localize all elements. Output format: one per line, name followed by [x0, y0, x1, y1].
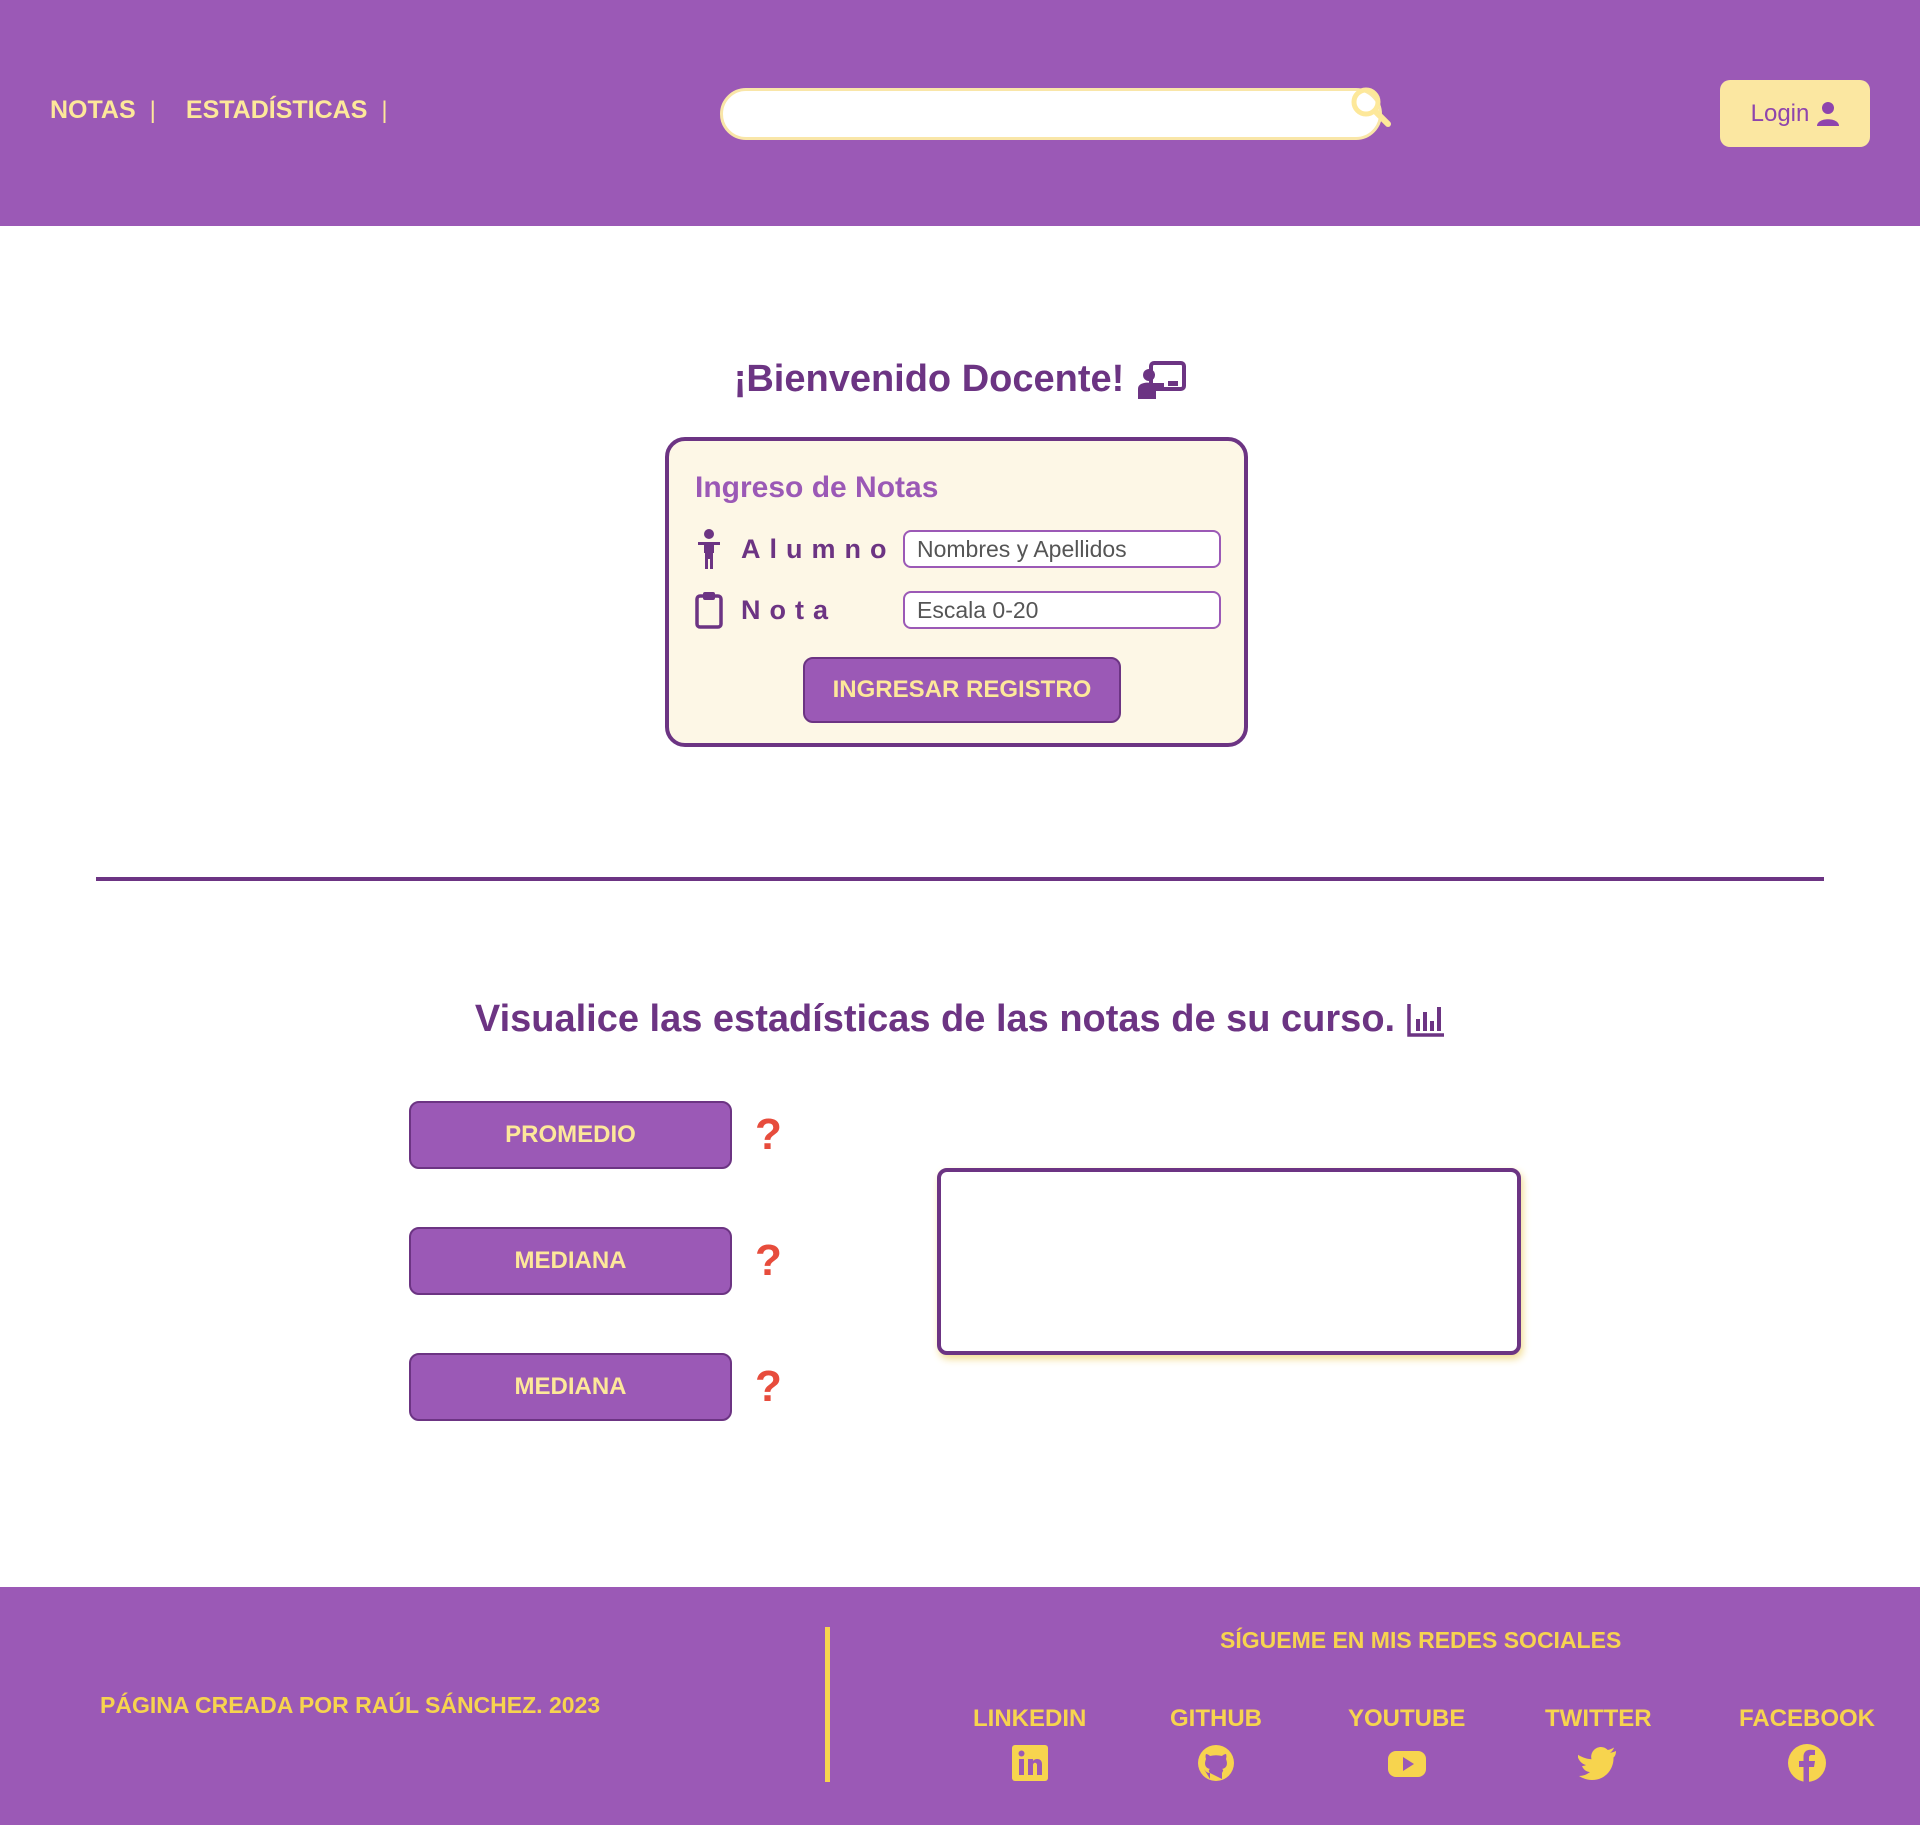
footer-divider	[825, 1627, 830, 1782]
welcome-heading: ¡Bienvenido Docente!	[0, 358, 1920, 401]
search-bar	[720, 87, 1391, 140]
result-display	[937, 1168, 1521, 1355]
student-label: Alumno	[741, 533, 896, 564]
linkedin-icon	[1011, 1745, 1048, 1781]
footer: PÁGINA CREADA POR RAÚL SÁNCHEZ. 2023 SÍG…	[0, 1587, 1920, 1825]
header: NOTAS | ESTADÍSTICAS | Login	[0, 0, 1920, 226]
facebook-icon	[1788, 1744, 1826, 1782]
form-title: Ingreso de Notas	[695, 471, 939, 504]
median-button-2[interactable]: MEDIANA	[409, 1353, 732, 1421]
median-help[interactable]: ?	[755, 1236, 782, 1286]
welcome-title: ¡Bienvenido Docente!	[733, 358, 1125, 400]
grade-row: Nota	[695, 591, 1221, 629]
grade-field[interactable]	[903, 591, 1221, 629]
social-label: GITHUB	[1170, 1705, 1262, 1732]
social-heading: SÍGUEME EN MIS REDES SOCIALES	[1220, 1627, 1622, 1653]
nav-notas[interactable]: NOTAS	[50, 96, 136, 125]
grade-entry-form: Ingreso de Notas Alumno Nota INGRESAR RE…	[665, 437, 1248, 747]
social-linkedin[interactable]: LINKEDIN	[973, 1705, 1086, 1783]
social-github[interactable]: GITHUB	[1170, 1705, 1262, 1783]
search-icon[interactable]	[1348, 84, 1392, 128]
login-button[interactable]: Login	[1720, 80, 1870, 147]
chart-bar-icon	[1407, 1003, 1445, 1037]
main-nav: NOTAS | ESTADÍSTICAS |	[50, 96, 418, 125]
nav-separator: |	[149, 96, 156, 124]
median-help-2[interactable]: ?	[755, 1362, 782, 1412]
section-divider	[96, 877, 1824, 881]
student-row: Alumno	[695, 529, 1221, 569]
submit-record-button[interactable]: INGRESAR REGISTRO	[803, 657, 1121, 723]
chalkboard-teacher-icon	[1138, 360, 1187, 399]
nav-separator: |	[381, 96, 388, 124]
youtube-icon	[1387, 1751, 1426, 1777]
search-input[interactable]	[720, 88, 1382, 140]
login-label: Login	[1750, 99, 1810, 127]
social-facebook[interactable]: FACEBOOK	[1739, 1705, 1875, 1783]
social-label: LINKEDIN	[973, 1705, 1087, 1732]
stats-title: Visualice las estadísticas de las notas …	[474, 998, 1396, 1040]
social-twitter[interactable]: TWITTER	[1545, 1705, 1652, 1783]
github-icon	[1198, 1745, 1234, 1781]
grade-label: Nota	[741, 594, 837, 625]
average-help[interactable]: ?	[755, 1110, 782, 1160]
average-button[interactable]: PROMEDIO	[409, 1101, 732, 1169]
social-label: FACEBOOK	[1739, 1705, 1876, 1732]
footer-credit: PÁGINA CREADA POR RAÚL SÁNCHEZ. 2023	[100, 1692, 601, 1718]
stats-heading: Visualice las estadísticas de las notas …	[0, 998, 1920, 1041]
nav-estadisticas[interactable]: ESTADÍSTICAS	[186, 96, 368, 125]
child-icon	[698, 529, 720, 569]
social-label: YOUTUBE	[1348, 1705, 1466, 1732]
student-name-field[interactable]	[903, 530, 1221, 568]
user-icon	[1817, 101, 1840, 126]
twitter-icon	[1578, 1747, 1617, 1780]
social-label: TWITTER	[1545, 1705, 1652, 1732]
median-button[interactable]: MEDIANA	[409, 1227, 732, 1295]
social-youtube[interactable]: YOUTUBE	[1348, 1705, 1465, 1783]
clipboard-icon	[695, 592, 723, 629]
